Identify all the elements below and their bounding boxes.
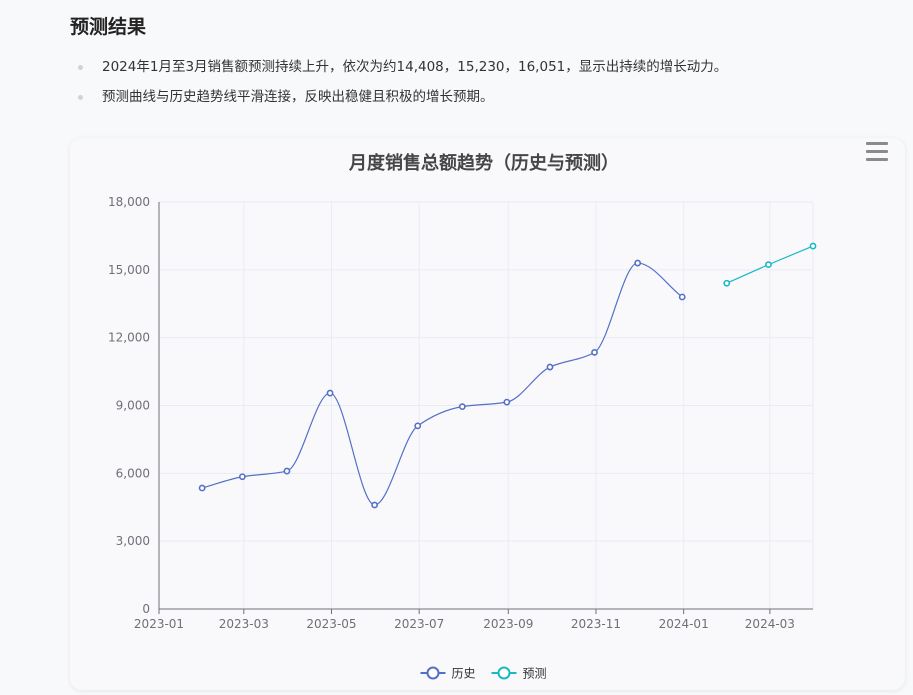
legend-label: 预测 bbox=[523, 667, 547, 681]
y-tick-label: 9,000 bbox=[116, 399, 150, 413]
y-tick-label: 15,000 bbox=[108, 263, 150, 277]
data-point bbox=[591, 348, 598, 356]
x-tick-label: 2023-03 bbox=[219, 617, 269, 631]
y-tick-label: 0 bbox=[142, 602, 150, 616]
chart-title: 月度销售总额趋势（历史与预测） bbox=[348, 152, 619, 174]
data-point bbox=[283, 467, 291, 475]
x-tick-label: 2023-11 bbox=[571, 617, 621, 631]
data-point bbox=[765, 261, 772, 269]
data-point bbox=[198, 484, 206, 492]
legend-label: 历史 bbox=[452, 667, 476, 681]
data-point bbox=[371, 501, 379, 509]
y-tick-label: 12,000 bbox=[108, 331, 150, 345]
legend-marker-icon bbox=[426, 666, 440, 680]
data-point bbox=[326, 389, 334, 397]
data-point bbox=[723, 279, 731, 287]
data-point bbox=[414, 422, 422, 430]
x-tick-label: 2024-03 bbox=[745, 617, 795, 631]
x-tick-label: 2023-05 bbox=[306, 617, 356, 631]
data-point bbox=[634, 259, 642, 267]
data-point bbox=[546, 363, 554, 371]
data-point bbox=[678, 293, 686, 301]
chart-svg: 月度销售总额趋势（历史与预测） 0 3,000 6,000 9,000 12,000 15… bbox=[108, 152, 817, 681]
legend-item[interactable]: 历史 bbox=[420, 666, 476, 681]
x-tick-label: 2024-01 bbox=[659, 617, 709, 631]
x-tick-label: 2023-09 bbox=[483, 617, 533, 631]
data-point bbox=[503, 398, 511, 406]
x-tick-label: 2023-01 bbox=[134, 617, 184, 631]
data-point bbox=[238, 473, 246, 481]
series-line-1 bbox=[201, 262, 683, 506]
y-tick-label: 3,000 bbox=[116, 534, 150, 548]
data-point bbox=[809, 242, 817, 250]
y-tick-label: 18,000 bbox=[108, 195, 150, 209]
x-tick-label: 2023-07 bbox=[394, 617, 444, 631]
legend-item[interactable]: 预测 bbox=[491, 666, 547, 681]
legend-marker-icon bbox=[497, 666, 511, 680]
data-point bbox=[458, 403, 466, 411]
y-tick-label: 6,000 bbox=[116, 466, 150, 480]
